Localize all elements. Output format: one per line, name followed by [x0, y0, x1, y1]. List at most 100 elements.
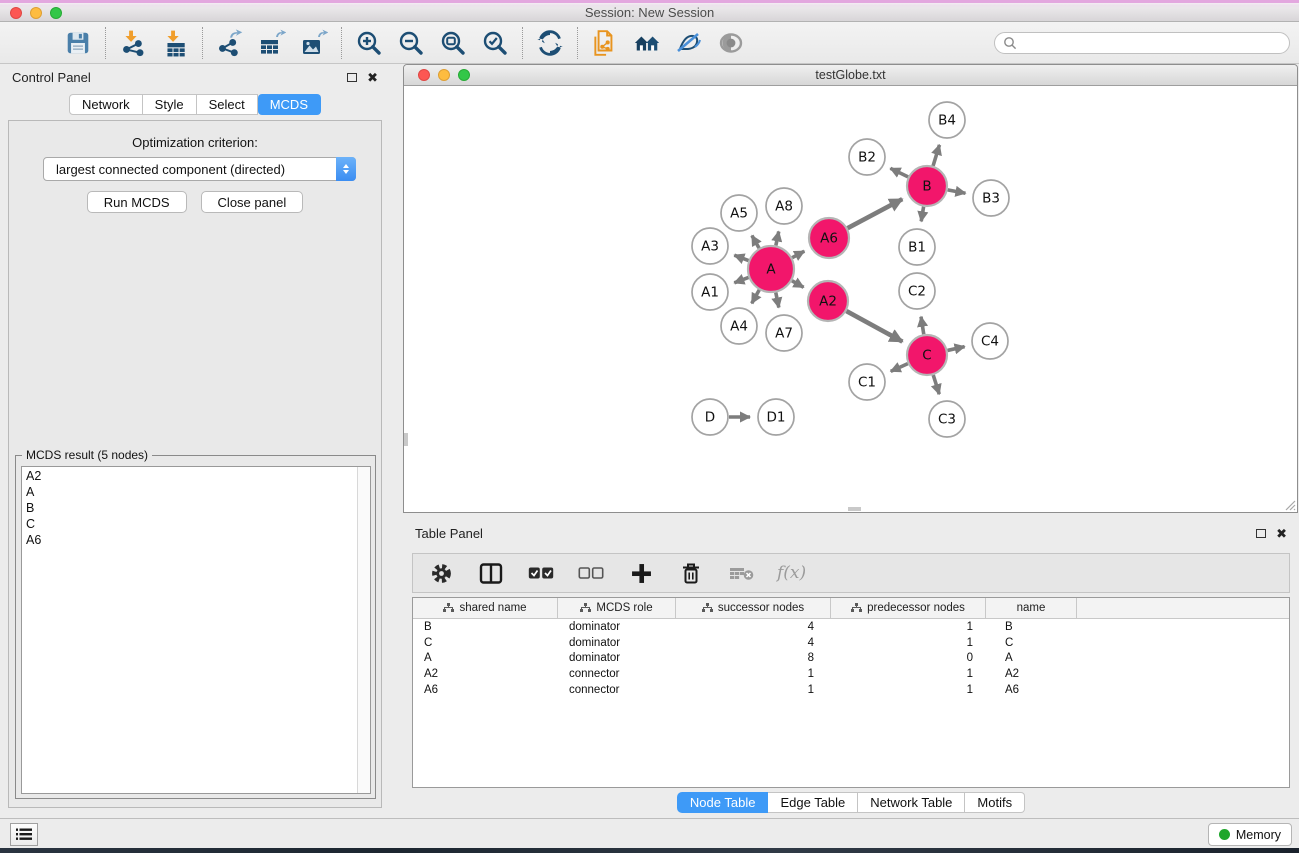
result-item[interactable]: C	[22, 516, 357, 532]
edge-A-A7[interactable]	[776, 293, 779, 308]
edge-B-B4[interactable]	[933, 145, 939, 166]
result-item[interactable]: A6	[22, 532, 357, 548]
memory-button[interactable]: Memory	[1208, 823, 1292, 846]
edge-C-C1[interactable]	[891, 364, 908, 372]
column-header-name[interactable]: name	[986, 598, 1077, 618]
column-header-predecessor-nodes[interactable]: predecessor nodes	[831, 598, 986, 618]
run-mcds-button[interactable]: Run MCDS	[87, 191, 187, 213]
import-network-button[interactable]	[119, 29, 147, 57]
edge-A-A2[interactable]	[792, 281, 804, 288]
edge-A-A6[interactable]	[792, 251, 804, 257]
network-maximize-button[interactable]	[458, 69, 470, 81]
task-history-button[interactable]	[10, 823, 38, 846]
deselect-all-checks-button[interactable]	[577, 559, 605, 587]
edge-A-A5[interactable]	[752, 236, 759, 249]
minimize-window-button[interactable]	[30, 7, 42, 19]
table-settings-button[interactable]	[427, 559, 455, 587]
mcds-result-listbox[interactable]: A2ABCA6	[21, 466, 371, 794]
column-view-button[interactable]	[477, 559, 505, 587]
table-row[interactable]: Bdominator41B	[413, 619, 1289, 635]
search-input[interactable]	[1022, 36, 1281, 50]
tab-node-table[interactable]: Node Table	[677, 792, 769, 813]
close-window-button[interactable]	[10, 7, 22, 19]
node-D[interactable]: D	[692, 399, 728, 435]
save-session-button[interactable]	[64, 29, 92, 57]
optimization-criterion-dropdown[interactable]: largest connected component (directed)	[43, 157, 356, 181]
delete-table-button[interactable]	[727, 559, 755, 587]
show-graphics-button[interactable]	[717, 29, 745, 57]
home-view-button[interactable]	[633, 29, 661, 57]
network-minimize-button[interactable]	[438, 69, 450, 81]
close-panel-button[interactable]: Close panel	[201, 191, 304, 213]
edge-B-B3[interactable]	[948, 190, 966, 193]
float-panel-icon[interactable]	[347, 73, 357, 82]
column-header-MCDS-role[interactable]: MCDS role	[558, 598, 676, 618]
horizontal-scroll-mark[interactable]	[848, 507, 861, 511]
close-panel-icon[interactable]: ✖	[367, 71, 378, 84]
tab-select[interactable]: Select	[197, 94, 258, 115]
node-table[interactable]: shared nameMCDS rolesuccessor nodesprede…	[412, 597, 1290, 788]
node-B2[interactable]: B2	[849, 139, 885, 175]
refresh-button[interactable]	[536, 29, 564, 57]
select-all-checks-button[interactable]	[527, 559, 555, 587]
table-row[interactable]: Adominator80A	[413, 651, 1289, 667]
zoom-selected-button[interactable]	[481, 29, 509, 57]
vertical-scroll-mark[interactable]	[404, 433, 408, 446]
export-table-button[interactable]	[258, 29, 286, 57]
search-box[interactable]	[994, 32, 1290, 54]
edge-B-B1[interactable]	[921, 207, 923, 222]
node-C1[interactable]: C1	[849, 364, 885, 400]
node-A3[interactable]: A3	[692, 228, 728, 264]
tab-network-table[interactable]: Network Table	[858, 792, 965, 813]
node-A8[interactable]: A8	[766, 188, 802, 224]
add-column-button[interactable]	[627, 559, 655, 587]
tab-motifs[interactable]: Motifs	[965, 792, 1025, 813]
zoom-in-button[interactable]	[355, 29, 383, 57]
network-canvas[interactable]: AA1A2A3A4A5A6A7A8BB1B2B3B4CC1C2C3C4DD1	[404, 86, 1297, 512]
result-item[interactable]: B	[22, 500, 357, 516]
node-C2[interactable]: C2	[899, 273, 935, 309]
tab-style[interactable]: Style	[143, 94, 197, 115]
node-C[interactable]: C	[907, 335, 947, 375]
table-row[interactable]: A6connector11A6	[413, 682, 1289, 698]
result-item[interactable]: A2	[22, 468, 357, 484]
node-B[interactable]: B	[907, 166, 947, 206]
edge-C-C3[interactable]	[933, 375, 939, 394]
open-session-button[interactable]	[22, 29, 50, 57]
column-header-shared-name[interactable]: shared name	[413, 598, 558, 618]
edge-B-B2[interactable]	[890, 168, 908, 177]
edge-C-C2[interactable]	[921, 317, 924, 335]
list-scrollbar[interactable]	[357, 467, 370, 793]
node-B3[interactable]: B3	[973, 180, 1009, 216]
edge-A-A1[interactable]	[734, 277, 748, 282]
node-A[interactable]: A	[748, 246, 794, 292]
node-B1[interactable]: B1	[899, 229, 935, 265]
result-item[interactable]: A	[22, 484, 357, 500]
node-A4[interactable]: A4	[721, 308, 757, 344]
column-header-successor-nodes[interactable]: successor nodes	[676, 598, 831, 618]
resize-grip-icon[interactable]	[1283, 498, 1296, 511]
export-network-button[interactable]	[216, 29, 244, 57]
edge-A-A3[interactable]	[734, 255, 748, 260]
hide-labels-button[interactable]	[675, 29, 703, 57]
edge-A6-B[interactable]	[848, 199, 903, 228]
edge-A-A8[interactable]	[776, 231, 779, 245]
tab-edge-table[interactable]: Edge Table	[768, 792, 858, 813]
table-row[interactable]: Cdominator41C	[413, 635, 1289, 651]
duplicate-network-button[interactable]	[591, 29, 619, 57]
tab-network[interactable]: Network	[69, 94, 143, 115]
node-A1[interactable]: A1	[692, 274, 728, 310]
node-A5[interactable]: A5	[721, 195, 757, 231]
table-row[interactable]: A2connector11A2	[413, 666, 1289, 682]
node-B4[interactable]: B4	[929, 102, 965, 138]
node-A2[interactable]: A2	[808, 281, 848, 321]
edge-C-C4[interactable]	[947, 347, 964, 351]
float-table-panel-icon[interactable]	[1256, 529, 1266, 538]
node-A6[interactable]: A6	[809, 218, 849, 258]
delete-column-button[interactable]	[677, 559, 705, 587]
maximize-window-button[interactable]	[50, 7, 62, 19]
network-close-button[interactable]	[418, 69, 430, 81]
function-builder-button[interactable]: f(x)	[777, 563, 806, 583]
network-window-titlebar[interactable]: testGlobe.txt	[404, 65, 1297, 86]
edge-A-A4[interactable]	[752, 290, 760, 303]
